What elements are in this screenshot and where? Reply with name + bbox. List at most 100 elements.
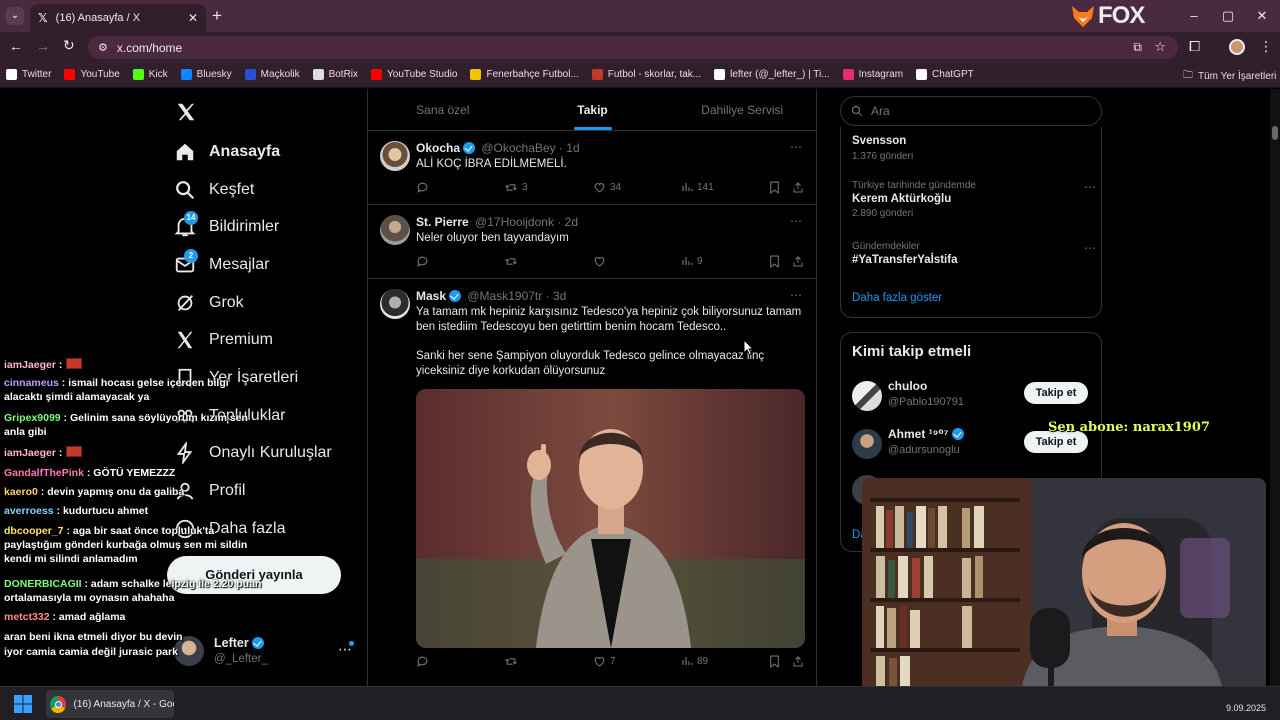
reply-button[interactable]	[416, 255, 429, 268]
author-name[interactable]: St. Pierre	[416, 215, 469, 229]
tab-search-button[interactable]: ⌄	[6, 7, 24, 25]
reply-button[interactable]	[416, 655, 429, 668]
more-options-icon[interactable]: ⋯	[790, 140, 803, 154]
bookmark-item[interactable]: lefter (@_lefter_) | Ti...	[714, 69, 830, 80]
taskbar-chrome-app[interactable]: (16) Anasayfa / X - Goog	[46, 690, 174, 718]
share-button[interactable]	[792, 255, 804, 268]
retweet-button[interactable]	[504, 255, 518, 268]
retweet-button[interactable]	[504, 655, 518, 668]
views-button[interactable]: 141	[681, 181, 714, 193]
scrollbar-track[interactable]	[1270, 89, 1280, 686]
bookmark-item[interactable]: YouTube Studio	[371, 69, 457, 80]
view-count: 9	[697, 255, 703, 267]
author-handle[interactable]: @17Hooijdonk	[475, 215, 554, 229]
tab-takip[interactable]: Takip	[518, 89, 668, 130]
extensions-icon[interactable]: ⧠	[1189, 38, 1200, 55]
trend-item[interactable]: Türkiye tarihinde gündemde Kerem Aktürko…	[852, 180, 1096, 219]
bookmark-item[interactable]: Instagram	[842, 69, 903, 80]
botrix-icon	[312, 69, 324, 80]
install-app-icon[interactable]: ⧉	[1133, 40, 1142, 55]
tweet-photo[interactable]	[416, 389, 805, 648]
like-button[interactable]: 34	[593, 181, 621, 194]
like-button[interactable]: 7	[593, 655, 616, 668]
chat-text: :	[58, 359, 63, 371]
bookmark-button[interactable]	[769, 655, 780, 668]
tweet-st-pierre[interactable]: St. Pierre @17Hooijdonk · 2d ⋯ Neler olu…	[368, 205, 817, 279]
avatar[interactable]	[380, 215, 410, 245]
chat-message: iamJaeger :	[4, 358, 266, 372]
new-tab-button[interactable]: +	[212, 6, 222, 26]
bookmark-item[interactable]: Fenerbahçe Futbol...	[470, 69, 579, 80]
minimize-button[interactable]: –	[1184, 6, 1204, 26]
youtube-icon	[64, 69, 76, 80]
search-box[interactable]: Ara	[840, 96, 1102, 126]
share-button[interactable]	[792, 181, 804, 194]
maximize-button[interactable]: ▢	[1218, 6, 1238, 26]
tab-dahiliye-servisi[interactable]: Dahiliye Servisi	[667, 89, 817, 130]
scrollbar-thumb[interactable]	[1272, 126, 1278, 140]
x-logo-icon	[6, 69, 17, 80]
author-name[interactable]: Mask	[416, 289, 446, 303]
reply-button[interactable]	[416, 181, 429, 194]
retweet-button[interactable]: 3	[504, 181, 528, 194]
bookmark-item[interactable]: Futbol - skorlar, tak...	[591, 69, 701, 80]
bookmark-item[interactable]: ChatGPT	[916, 69, 974, 80]
forward-icon[interactable]: →	[36, 38, 50, 54]
bookmark-item[interactable]: YouTube	[64, 69, 120, 80]
close-tab-icon[interactable]: ✕	[188, 11, 198, 25]
browser-menu-icon[interactable]: ⋮	[1259, 38, 1273, 55]
nav-item-keşfet[interactable]: Keşfet	[174, 179, 254, 201]
tweet-okocha[interactable]: Okocha @OkochaBey · 1d ⋯ ALİ KOÇ İBRA ED…	[368, 131, 817, 205]
trend-more-icon[interactable]: ⋯	[1084, 241, 1096, 255]
bookmark-button[interactable]	[769, 181, 780, 194]
author-handle[interactable]: @OkochaBey	[481, 141, 555, 155]
nav-item-bildirimler[interactable]: 14 Bildirimler	[174, 211, 279, 238]
trend-more-icon[interactable]: ⋯	[1084, 180, 1096, 194]
nav-item-mesajlar[interactable]: 2 Mesajlar	[174, 249, 269, 276]
trend-item[interactable]: Svensson 1.376 gönderi	[852, 133, 1092, 162]
address-bar[interactable]: ⚙ x.com/home ⧉ ☆	[88, 36, 1178, 59]
back-icon[interactable]: ←	[9, 38, 23, 54]
more-options-icon[interactable]: ⋯	[790, 288, 803, 302]
x-logo-icon[interactable]	[175, 101, 197, 123]
windows-start-icon[interactable]	[14, 695, 32, 713]
bookmark-item[interactable]: BotRix	[312, 69, 358, 80]
bookmark-star-icon[interactable]: ☆	[1154, 39, 1166, 55]
avatar[interactable]	[380, 289, 410, 319]
bookmark-item[interactable]: Bluesky	[180, 69, 232, 80]
author-handle[interactable]: @Mask1907tr	[467, 289, 542, 303]
browser-tab-strip: ⌄ 𝕏 (16) Anasayfa / X ✕ + FOX – ▢ ✕	[0, 0, 1280, 32]
chat-username: Gripex9099	[4, 412, 61, 424]
more-options-icon[interactable]: ⋯	[790, 214, 803, 228]
bookmark-item[interactable]: Twitter	[6, 69, 51, 80]
site-info-icon[interactable]: ⚙	[98, 41, 108, 54]
nav-item-anasayfa[interactable]: Anasayfa	[174, 141, 280, 163]
tweet-time[interactable]: 3d	[553, 289, 566, 303]
browser-tab[interactable]: 𝕏 (16) Anasayfa / X ✕	[30, 4, 206, 32]
trend-meta: Türkiye tarihinde gündemde	[852, 180, 976, 191]
reload-icon[interactable]: ↻	[63, 37, 75, 54]
bookmark-item[interactable]: Maçkolik	[244, 69, 300, 80]
follow-button[interactable]: Takip et	[1024, 382, 1088, 404]
suggestion-row[interactable]: chuloo @Pablo190791 Takip et	[852, 379, 1092, 415]
bookmark-item[interactable]: Kick	[132, 69, 168, 80]
author-name[interactable]: Okocha	[416, 141, 460, 155]
tweet-time[interactable]: 1d	[566, 141, 579, 155]
all-bookmarks-folder[interactable]: 🗀 Tüm Yer İşaretleri	[1183, 68, 1276, 85]
trend-count: 2.890 gönderi	[852, 208, 914, 219]
trend-item[interactable]: Gündemdekiler #YaTransferYaİstifa ⋯	[852, 241, 1096, 266]
views-button[interactable]: 9	[681, 255, 703, 267]
tab-sana-ozel[interactable]: Sana özel	[368, 89, 518, 130]
show-more-link[interactable]: Daha fazla göster	[852, 292, 942, 304]
views-button[interactable]: 89	[681, 655, 708, 667]
tweet-time[interactable]: 2d	[565, 215, 578, 229]
profile-avatar[interactable]	[1229, 39, 1245, 55]
bookmark-button[interactable]	[769, 255, 780, 268]
share-button[interactable]	[792, 655, 804, 668]
close-window-button[interactable]: ✕	[1252, 6, 1272, 26]
like-button[interactable]	[593, 255, 606, 268]
notification-badge: 2	[184, 249, 198, 263]
nav-item-premium[interactable]: Premium	[174, 329, 273, 351]
avatar[interactable]	[380, 141, 410, 171]
nav-item-grok[interactable]: Grok	[174, 292, 244, 314]
